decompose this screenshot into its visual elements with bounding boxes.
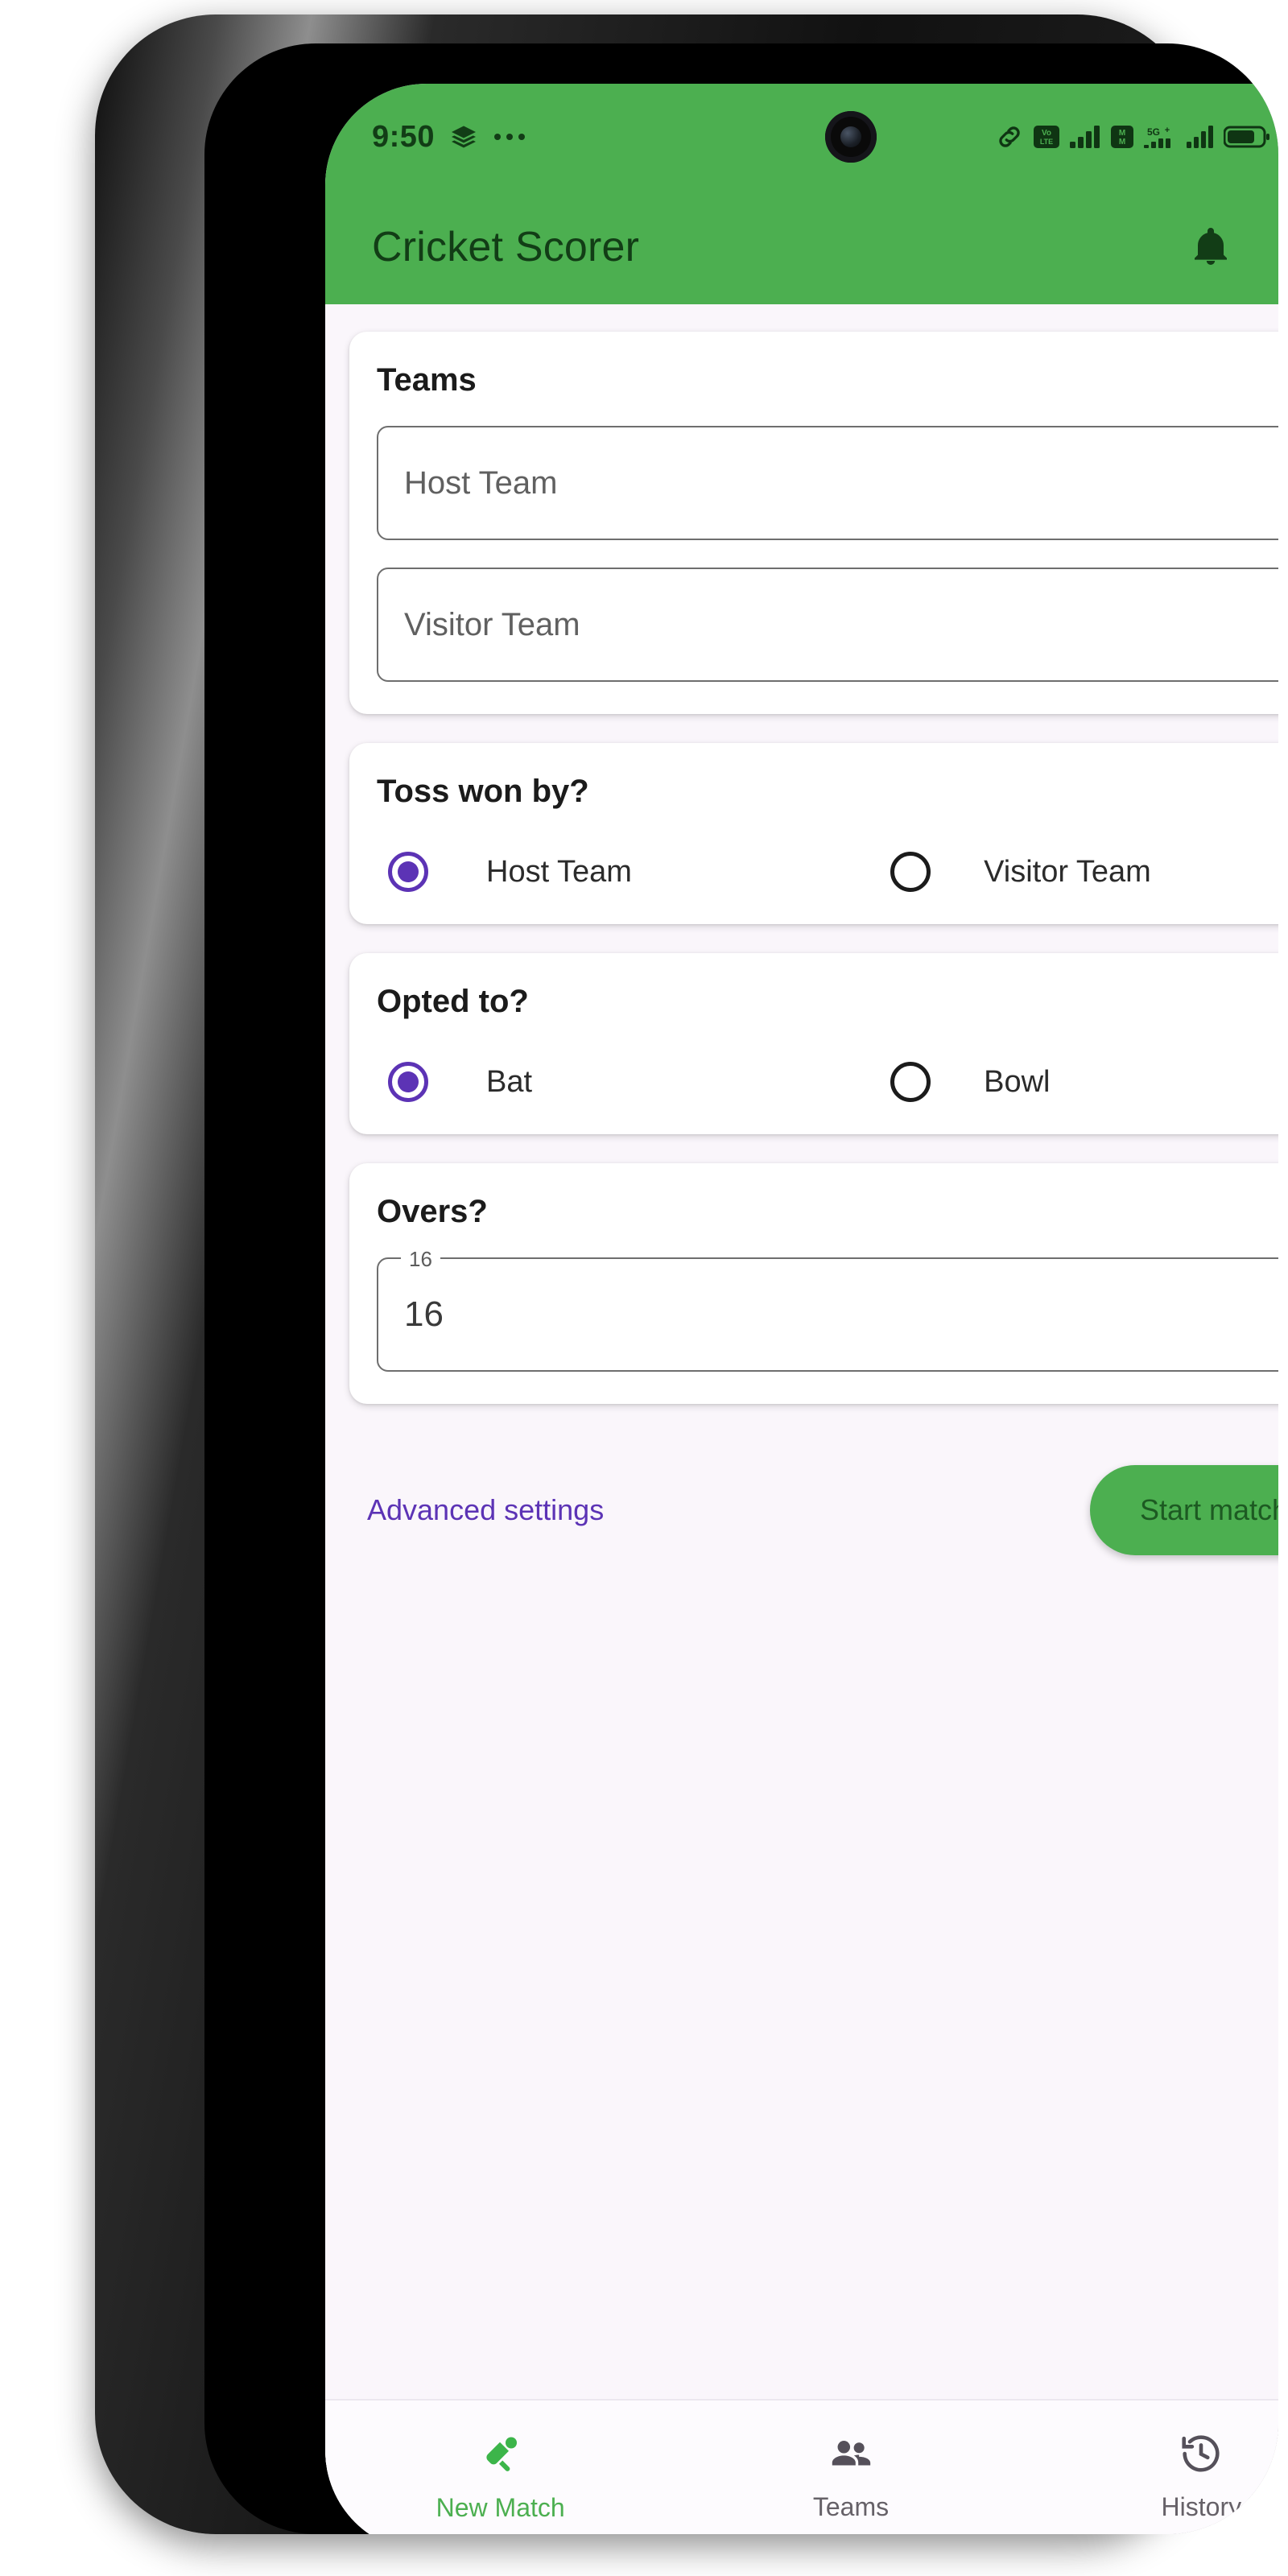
overs-field-value: 16	[404, 1294, 444, 1334]
start-match-button[interactable]: Start match	[1089, 1465, 1278, 1555]
cricket-bat-ball-icon	[477, 2429, 525, 2482]
host-team-field[interactable]: Host Team	[377, 426, 1278, 540]
battery-icon	[1223, 126, 1269, 148]
phone-screen: 9:50 Vo LTE M M 5G + Cricket Scorer Team…	[325, 84, 1278, 2534]
layers-icon	[452, 126, 477, 148]
status-bar-right: Vo LTE M M 5G +	[995, 123, 1278, 151]
radio-button-selected-icon[interactable]	[388, 1062, 428, 1102]
status-bar: 9:50 Vo LTE M M 5G +	[325, 84, 1278, 190]
toss-option-host[interactable]: Host Team	[377, 852, 889, 892]
nav-item-history[interactable]: History	[1026, 2401, 1278, 2534]
main-content: Teams Host Team Visitor Team Toss won by…	[325, 304, 1278, 2534]
radio-button-unselected-icon[interactable]	[890, 852, 931, 892]
link-chain-icon	[999, 126, 1020, 147]
toss-won-by-card: Toss won by? Host Team Visitor Team	[349, 743, 1278, 924]
overs-card: Overs? 16 16	[349, 1163, 1278, 1404]
radio-button-unselected-icon[interactable]	[890, 1062, 931, 1102]
more-horizontal-icon	[494, 134, 526, 140]
toss-card-title: Toss won by?	[377, 774, 589, 809]
nav-item-new-match[interactable]: New Match	[325, 2401, 675, 2534]
signal-bars-2-icon	[1186, 126, 1213, 148]
volte-icon: Vo LTE	[1033, 126, 1059, 148]
overs-card-title: Overs?	[377, 1194, 488, 1229]
app-bar-actions	[1182, 218, 1278, 276]
toss-option-visitor-label: Visitor Team	[984, 854, 1151, 889]
toss-radio-group: Host Team Visitor Team	[377, 837, 1278, 892]
opted-radio-group: Bat Bowl	[377, 1047, 1278, 1102]
status-bar-left: 9:50	[372, 120, 526, 155]
visitor-team-placeholder: Visitor Team	[404, 606, 580, 642]
opted-option-bowl-label: Bowl	[984, 1064, 1051, 1099]
phone-device-frame: 9:50 Vo LTE M M 5G + Cricket Scorer Team…	[95, 14, 1278, 2534]
opted-option-bat-label: Bat	[486, 1064, 533, 1099]
advanced-settings-button[interactable]: Advanced settings	[367, 1493, 604, 1527]
svg-text:LTE: LTE	[1040, 138, 1053, 146]
front-camera-punch-hole	[825, 111, 877, 163]
toss-option-visitor[interactable]: Visitor Team	[889, 852, 1151, 892]
signal-bars-icon	[1069, 126, 1100, 148]
radio-button-selected-icon[interactable]	[388, 852, 428, 892]
svg-text:+: +	[1165, 126, 1170, 135]
svg-text:Vo: Vo	[1042, 129, 1051, 138]
app-bar: Cricket Scorer	[325, 190, 1278, 304]
overs-field-label: 16	[401, 1244, 440, 1274]
bell-icon[interactable]	[1182, 218, 1240, 276]
history-clock-icon	[1178, 2430, 1224, 2481]
host-team-placeholder: Host Team	[404, 464, 558, 501]
device-bezel: 9:50 Vo LTE M M 5G + Cricket Scorer Team…	[204, 43, 1278, 2534]
status-time: 9:50	[372, 119, 436, 154]
visitor-team-field[interactable]: Visitor Team	[377, 568, 1278, 682]
sim2-icon: M M	[1110, 126, 1133, 148]
teams-card: Teams Host Team Visitor Team	[349, 332, 1278, 714]
nav-item-teams-label: Teams	[812, 2492, 890, 2521]
toss-option-host-label: Host Team	[486, 854, 632, 889]
5g-plus-icon: 5G +	[1143, 126, 1170, 148]
bottom-navigation: New Match Teams History	[325, 2399, 1278, 2534]
svg-text:M: M	[1119, 129, 1125, 138]
teams-card-title: Teams	[377, 362, 477, 398]
opted-option-bowl[interactable]: Bowl	[889, 1062, 1050, 1102]
opted-to-card: Opted to? Bat Bowl	[349, 953, 1278, 1134]
nav-item-new-match-label: New Match	[436, 2493, 565, 2522]
action-row: Advanced settings Start match	[349, 1433, 1278, 1555]
screenshot-root: 9:50 Vo LTE M M 5G + Cricket Scorer Team…	[0, 0, 1288, 2576]
opted-card-title: Opted to?	[377, 984, 529, 1019]
svg-text:5G: 5G	[1147, 126, 1160, 138]
nav-item-history-label: History	[1161, 2492, 1242, 2521]
page-title: Cricket Scorer	[372, 224, 640, 270]
nav-item-teams[interactable]: Teams	[675, 2401, 1026, 2534]
opted-option-bat[interactable]: Bat	[377, 1062, 889, 1102]
people-icon	[828, 2430, 874, 2481]
overs-input[interactable]: 16 16	[377, 1244, 1278, 1372]
svg-text:M: M	[1119, 138, 1125, 147]
